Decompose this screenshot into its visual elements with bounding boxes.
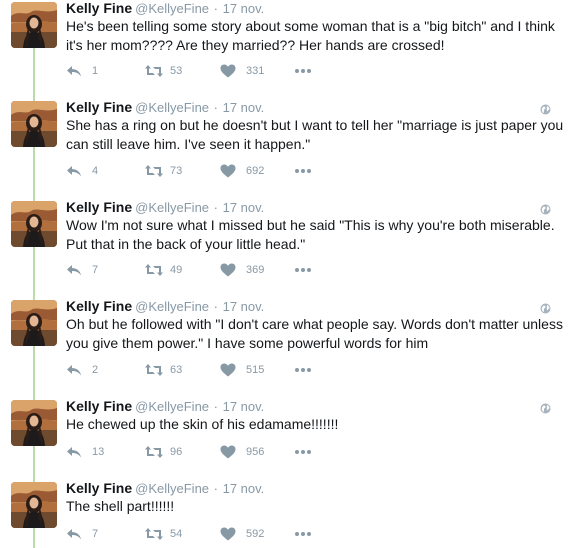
author-name[interactable]: Kelly Fine xyxy=(66,0,132,16)
avatar[interactable] xyxy=(11,2,57,48)
like-count: 692 xyxy=(246,165,265,177)
author-handle[interactable]: @KellyeFine xyxy=(135,399,209,414)
tweet-header: Kelly Fine @KellyeFine · 17 nov. xyxy=(66,199,264,215)
tweet-date[interactable]: 17 nov. xyxy=(223,100,265,115)
tweet-date[interactable]: 17 nov. xyxy=(223,399,265,414)
separator-dot: · xyxy=(210,100,222,115)
retweet-count: 54 xyxy=(170,528,183,540)
reply-count: 7 xyxy=(92,528,99,540)
tweet-text: Wow I'm not sure what I missed but he sa… xyxy=(66,217,555,252)
reply-count: 7 xyxy=(92,264,99,276)
tweet-date[interactable]: 17 nov. xyxy=(223,481,265,496)
retweet-count: 63 xyxy=(170,364,183,376)
profile-photo xyxy=(11,482,57,528)
author-name[interactable]: Kelly Fine xyxy=(66,99,132,115)
separator-dot: · xyxy=(210,200,222,215)
tweet-header: Kelly Fine @KellyeFine · 17 nov. xyxy=(66,0,264,16)
profile-photo xyxy=(11,201,57,247)
like-count: 515 xyxy=(246,364,265,376)
avatar[interactable] xyxy=(11,101,57,147)
reply-count: 13 xyxy=(92,446,105,458)
tweet[interactable]: Kelly Fine @KellyeFine · 17 nov. The shel… xyxy=(0,480,584,548)
tweet-header: Kelly Fine @KellyeFine · 17 nov. xyxy=(66,398,264,414)
avatar[interactable] xyxy=(11,400,57,446)
globe-icon xyxy=(540,301,551,314)
tweet[interactable]: Kelly Fine @KellyeFine · 17 nov. He's bee… xyxy=(0,0,584,90)
separator-dot: · xyxy=(210,399,222,414)
author-handle[interactable]: @KellyeFine xyxy=(135,100,209,115)
tweet[interactable]: Kelly Fine @KellyeFine · 17 nov. Wow I'm … xyxy=(0,199,584,289)
reply-count: 2 xyxy=(92,364,99,376)
reply-count: 1 xyxy=(92,65,99,77)
author-handle[interactable]: @KellyeFine xyxy=(135,481,209,496)
tweet-text: Oh but he followed with "I don't care wh… xyxy=(66,316,563,351)
retweet-count: 96 xyxy=(170,446,183,458)
like-count: 592 xyxy=(246,528,265,540)
avatar[interactable] xyxy=(11,482,57,528)
author-handle[interactable]: @KellyeFine xyxy=(135,1,209,16)
retweet-count: 49 xyxy=(170,264,183,276)
tweet-date[interactable]: 17 nov. xyxy=(223,200,265,215)
tweet-date[interactable]: 17 nov. xyxy=(223,1,265,16)
like-count: 369 xyxy=(246,264,265,276)
reply-count: 4 xyxy=(92,165,99,177)
tweet-text: The shell part!!!!!! xyxy=(66,498,175,514)
like-count: 331 xyxy=(246,65,265,77)
avatar[interactable] xyxy=(11,201,57,247)
profile-photo xyxy=(11,2,57,48)
author-name[interactable]: Kelly Fine xyxy=(66,398,132,414)
retweet-count: 73 xyxy=(170,165,183,177)
author-name[interactable]: Kelly Fine xyxy=(66,480,132,496)
globe-icon xyxy=(540,102,551,115)
tweet[interactable]: Kelly Fine @KellyeFine · 17 nov. He chewe… xyxy=(0,398,584,470)
profile-photo xyxy=(11,101,57,147)
separator-dot: · xyxy=(210,481,222,496)
tweet-text: He chewed up the skin of his edamame!!!!… xyxy=(66,416,339,432)
author-name[interactable]: Kelly Fine xyxy=(66,199,132,215)
tweet-header: Kelly Fine @KellyeFine · 17 nov. xyxy=(66,99,264,115)
tweet-thread: Kelly Fine @KellyeFine · 17 nov. He's bee… xyxy=(0,0,584,548)
globe-icon xyxy=(540,202,551,215)
separator-dot: · xyxy=(210,1,222,16)
globe-icon xyxy=(540,401,551,414)
profile-photo xyxy=(11,300,57,346)
tweet-header: Kelly Fine @KellyeFine · 17 nov. xyxy=(66,480,264,496)
tweet[interactable]: Kelly Fine @KellyeFine · 17 nov. Oh but h… xyxy=(0,298,584,388)
author-handle[interactable]: @KellyeFine xyxy=(135,200,209,215)
separator-dot: · xyxy=(210,299,222,314)
tweet-text: She has a ring on but he doesn't but I w… xyxy=(66,117,564,152)
author-name[interactable]: Kelly Fine xyxy=(66,298,132,314)
author-handle[interactable]: @KellyeFine xyxy=(135,299,209,314)
tweet-date[interactable]: 17 nov. xyxy=(223,299,265,314)
avatar[interactable] xyxy=(11,300,57,346)
profile-photo xyxy=(11,400,57,446)
like-count: 956 xyxy=(246,446,265,458)
tweet[interactable]: Kelly Fine @KellyeFine · 17 nov. She has … xyxy=(0,99,584,189)
tweet-text: He's been telling some story about some … xyxy=(66,18,555,53)
tweet-header: Kelly Fine @KellyeFine · 17 nov. xyxy=(66,298,264,314)
retweet-count: 53 xyxy=(170,65,183,77)
